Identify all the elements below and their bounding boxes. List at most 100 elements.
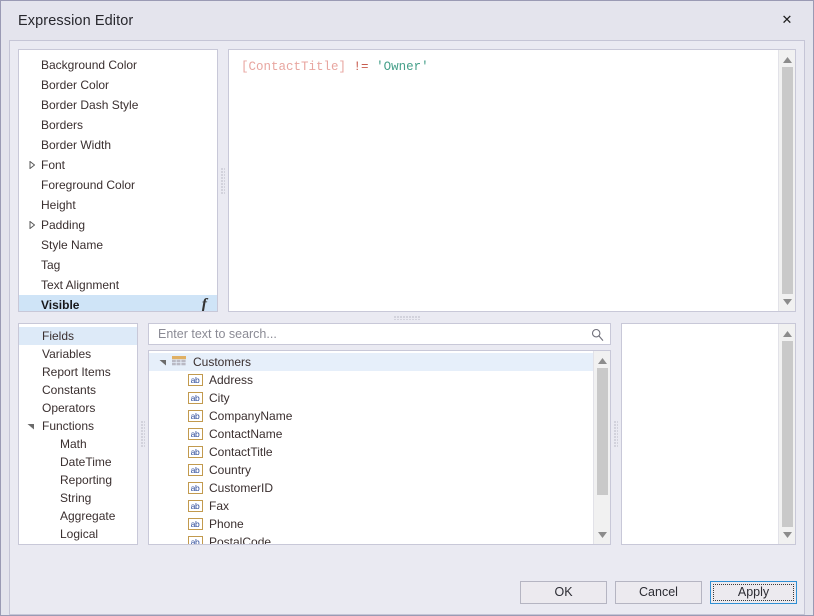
- apply-button[interactable]: Apply: [710, 580, 797, 604]
- scroll-down-icon[interactable]: [594, 527, 611, 542]
- scrollbar-track[interactable]: [594, 368, 610, 527]
- field-item-fax[interactable]: ab Fax: [149, 497, 593, 515]
- expression-input[interactable]: [ContactTitle] != 'Owner': [229, 50, 778, 311]
- field-tree[interactable]: Customers ab Address ab City ab CompanyName ab C…: [148, 350, 611, 545]
- description-scrollbar[interactable]: [778, 324, 795, 544]
- category-label: DateTime: [60, 455, 112, 469]
- scrollbar-thumb[interactable]: [781, 341, 793, 527]
- dialog-footer: OK Cancel Apply: [10, 570, 804, 614]
- field-label: ContactTitle: [209, 445, 273, 459]
- close-icon[interactable]: ✕: [769, 5, 805, 35]
- category-label: Math: [60, 437, 87, 451]
- chevron-right-icon[interactable]: [25, 221, 38, 229]
- property-row-text-alignment[interactable]: Text Alignment: [19, 275, 217, 295]
- vertical-splitter-left[interactable]: [218, 49, 228, 312]
- property-row-border-color[interactable]: Border Color: [19, 75, 217, 95]
- function-icon[interactable]: f: [202, 296, 217, 311]
- top-row: Background Color Border Color Border Dash …: [18, 49, 796, 312]
- field-item-city[interactable]: ab City: [149, 389, 593, 407]
- property-row-height[interactable]: Height: [19, 195, 217, 215]
- category-list[interactable]: Fields Variables Report Items Constants Oper…: [18, 323, 138, 545]
- property-row-background-color[interactable]: Background Color: [19, 55, 217, 75]
- property-row-padding[interactable]: Padding: [19, 215, 217, 235]
- scrollbar-track[interactable]: [779, 67, 795, 294]
- scroll-down-icon[interactable]: [779, 294, 796, 309]
- category-row-operators[interactable]: Operators: [19, 399, 137, 417]
- search-input[interactable]: [156, 326, 590, 342]
- category-row-reporting[interactable]: Reporting: [19, 471, 137, 489]
- ab-icon: ab: [187, 410, 203, 422]
- field-label: City: [209, 391, 230, 405]
- property-label: Text Alignment: [41, 278, 120, 292]
- category-label: String: [60, 491, 92, 505]
- category-row-string[interactable]: String: [19, 489, 137, 507]
- title-bar: Expression Editor ✕: [1, 1, 813, 40]
- splitter-grip-icon: [221, 167, 225, 194]
- field-tree-root-label: Customers: [193, 355, 252, 369]
- category-row-report-items[interactable]: Report Items: [19, 363, 137, 381]
- property-label: Borders: [41, 118, 84, 132]
- category-row-constants[interactable]: Constants: [19, 381, 137, 399]
- scroll-up-icon[interactable]: [779, 52, 796, 67]
- scrollbar-thumb[interactable]: [781, 67, 793, 294]
- search-box[interactable]: [148, 323, 611, 345]
- property-row-foreground-color[interactable]: Foreground Color: [19, 175, 217, 195]
- property-row-borders[interactable]: Borders: [19, 115, 217, 135]
- category-row-fields[interactable]: Fields: [19, 327, 137, 345]
- expression-token-plain: [346, 60, 354, 74]
- field-tree-items[interactable]: Customers ab Address ab City ab CompanyName ab C…: [149, 351, 593, 544]
- category-row-functions[interactable]: Functions: [19, 417, 137, 435]
- field-item-customerid[interactable]: ab CustomerID: [149, 479, 593, 497]
- field-item-companyname[interactable]: ab CompanyName: [149, 407, 593, 425]
- horizontal-splitter[interactable]: [18, 312, 796, 323]
- vertical-splitter-categories[interactable]: [138, 323, 148, 545]
- chevron-down-icon[interactable]: [155, 358, 171, 366]
- field-item-phone[interactable]: ab Phone: [149, 515, 593, 533]
- property-row-font[interactable]: Font: [19, 155, 217, 175]
- scrollbar-track[interactable]: [779, 341, 795, 527]
- scrollbar-thumb[interactable]: [596, 368, 608, 496]
- property-row-tag[interactable]: Tag: [19, 255, 217, 275]
- field-label: Country: [209, 463, 252, 477]
- property-label: Border Dash Style: [41, 98, 139, 112]
- property-row-style-name[interactable]: Style Name: [19, 235, 217, 255]
- bottom-row: Fields Variables Report Items Constants Oper…: [18, 323, 796, 545]
- field-label: CustomerID: [209, 481, 274, 495]
- scroll-down-icon[interactable]: [779, 527, 796, 542]
- property-row-visible[interactable]: Visible f: [19, 295, 217, 311]
- category-row-logical[interactable]: Logical: [19, 525, 137, 543]
- category-row-aggregate[interactable]: Aggregate: [19, 507, 137, 525]
- category-row-math[interactable]: Math: [19, 435, 137, 453]
- field-tree-scrollbar[interactable]: [593, 351, 610, 544]
- field-item-contacttitle[interactable]: ab ContactTitle: [149, 443, 593, 461]
- field-item-country[interactable]: ab Country: [149, 461, 593, 479]
- category-row-variables[interactable]: Variables: [19, 345, 137, 363]
- property-label: Tag: [41, 258, 61, 272]
- field-item-address[interactable]: ab Address: [149, 371, 593, 389]
- ok-button[interactable]: OK: [520, 580, 607, 604]
- cancel-button[interactable]: Cancel: [615, 580, 702, 604]
- property-row-border-width[interactable]: Border Width: [19, 135, 217, 155]
- field-label: Fax: [209, 499, 230, 513]
- property-list[interactable]: Background Color Border Color Border Dash …: [18, 49, 218, 312]
- field-label: PostalCode: [209, 535, 272, 544]
- ab-icon: ab: [187, 536, 203, 544]
- search-icon[interactable]: [590, 328, 605, 341]
- category-row-datetime[interactable]: DateTime: [19, 453, 137, 471]
- scroll-up-icon[interactable]: [779, 326, 796, 341]
- category-label: Functions: [42, 419, 95, 433]
- splitter-grip-icon: [614, 421, 618, 447]
- chevron-right-icon[interactable]: [25, 161, 38, 169]
- chevron-down-icon[interactable]: [24, 422, 37, 430]
- scroll-up-icon[interactable]: [594, 353, 611, 368]
- editor-vertical-scrollbar[interactable]: [778, 50, 795, 311]
- field-tree-root[interactable]: Customers: [149, 353, 593, 371]
- expression-token-plain: [369, 60, 377, 74]
- content-area: Background Color Border Color Border Dash …: [10, 41, 804, 570]
- vertical-splitter-right[interactable]: [611, 323, 621, 545]
- table-icon: [171, 356, 187, 368]
- field-item-postalcode[interactable]: ab PostalCode: [149, 533, 593, 544]
- field-item-contactname[interactable]: ab ContactName: [149, 425, 593, 443]
- ab-icon: ab: [187, 392, 203, 404]
- property-row-border-dash-style[interactable]: Border Dash Style: [19, 95, 217, 115]
